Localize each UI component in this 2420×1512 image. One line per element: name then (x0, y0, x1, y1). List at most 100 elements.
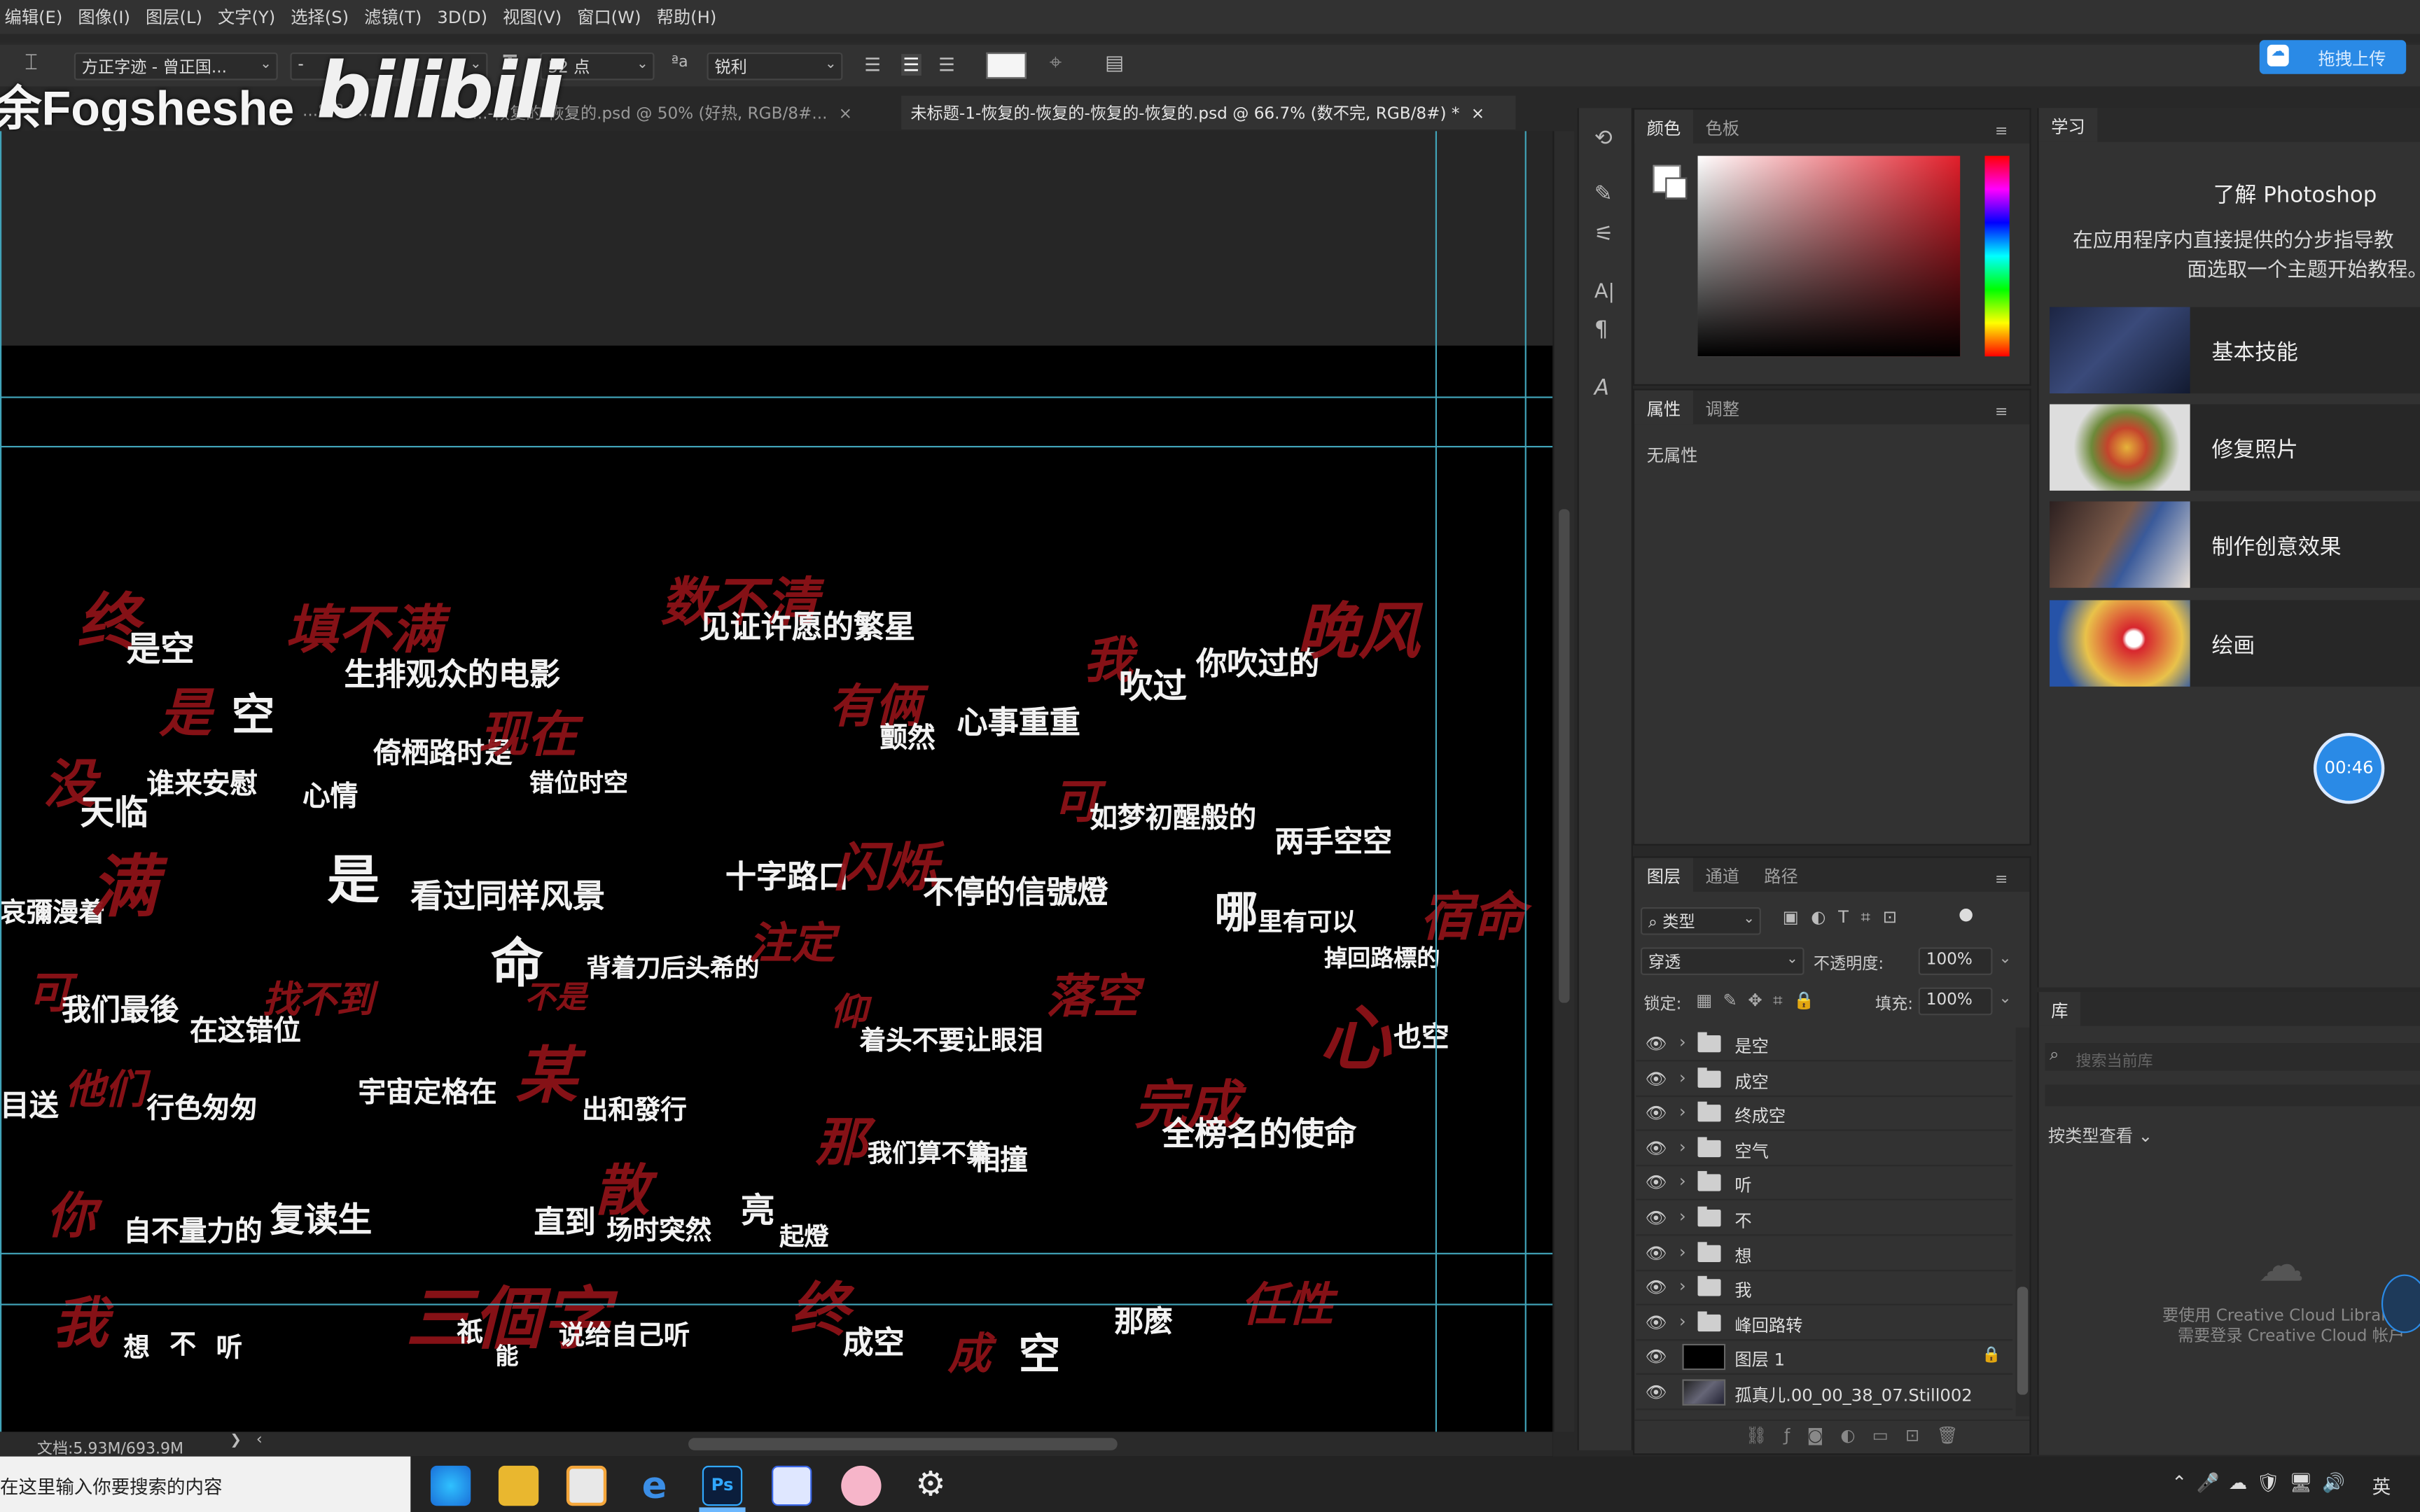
taskbar-search-box[interactable]: 在这里输入你要搜索的内容 (0, 1456, 411, 1512)
blend-mode-select[interactable]: 穿透 ⌄ (1640, 947, 1804, 975)
chevron-down-icon[interactable]: ⌄ (1998, 951, 2011, 967)
layer-row[interactable]: 👁 › 是空 (1636, 1028, 2013, 1062)
menu-window[interactable]: 窗口(W) (573, 5, 652, 29)
close-icon[interactable]: × (839, 105, 852, 123)
tab-channels[interactable]: 通道 (1693, 858, 1752, 891)
glyphs-icon[interactable]: A (1594, 377, 1609, 401)
anime-app-icon[interactable] (841, 1465, 882, 1506)
visibility-eye-icon[interactable]: 👁 (1646, 1382, 1667, 1403)
character-panel-icon[interactable]: ▤ (1105, 52, 1124, 76)
status-menu-arrow[interactable]: ❯ (230, 1434, 242, 1449)
visibility-eye-icon[interactable]: 👁 (1646, 1138, 1667, 1158)
menu-image[interactable]: 图像(I) (74, 5, 141, 29)
settings-icon[interactable]: ⚙ (910, 1466, 950, 1506)
panel-menu-icon[interactable]: ≡ (1982, 118, 2020, 151)
align-right-icon[interactable]: ☰ (938, 54, 955, 76)
layer-row[interactable]: 👁 › 空气 (1636, 1132, 2013, 1166)
lock-icons[interactable]: ▦✎✥⌗🔒 (1696, 990, 1826, 1012)
visibility-eye-icon[interactable]: 👁 (1646, 1069, 1667, 1089)
scrollbar-thumb[interactable] (2017, 1287, 2029, 1395)
library-search-input[interactable]: ⌕ 搜索当前库 (2045, 1042, 2420, 1071)
upload-button[interactable]: ☁ 拖拽上传 (2259, 40, 2407, 74)
layer-filter-icons[interactable]: ▣◐T⌗⊡ (1783, 907, 1910, 929)
baidu-netdisk-icon[interactable] (772, 1465, 812, 1506)
layer-row[interactable]: 👁 › 想 (1636, 1237, 2013, 1271)
visibility-eye-icon[interactable]: 👁 (1646, 1278, 1667, 1298)
layer-row[interactable]: 👁 › 我 (1636, 1272, 2013, 1306)
menu-filter[interactable]: 滤镜(T) (360, 5, 433, 29)
menu-help[interactable]: 帮助(H) (652, 5, 728, 29)
expand-arrow-icon[interactable]: › (1679, 1137, 1686, 1157)
visibility-eye-icon[interactable]: 👁 (1646, 1173, 1667, 1194)
expand-arrow-icon[interactable]: › (1679, 1102, 1686, 1122)
adjust-sliders-icon[interactable]: ⚟ (1594, 222, 1614, 246)
visibility-eye-icon[interactable]: 👁 (1646, 1348, 1667, 1368)
scrollbar-thumb[interactable] (1559, 509, 1570, 1003)
expand-arrow-icon[interactable]: › (1679, 1067, 1686, 1087)
layers-scrollbar[interactable] (2015, 1027, 2030, 1417)
opacity-input[interactable]: 100% (1918, 947, 1993, 975)
color-field[interactable] (1697, 155, 1961, 357)
expand-arrow-icon[interactable]: › (1679, 1172, 1686, 1192)
visibility-eye-icon[interactable]: 👁 (1646, 1103, 1667, 1124)
horizontal-scrollbar-thumb[interactable] (688, 1438, 1118, 1450)
layer-row[interactable]: 👁 › 不 (1636, 1202, 2013, 1236)
hue-slider[interactable] (1984, 155, 2010, 357)
canvas-vertical-scrollbar[interactable] (1552, 131, 1575, 1432)
guide-horizontal[interactable] (0, 396, 1553, 398)
visibility-eye-icon[interactable]: 👁 (1646, 1243, 1667, 1264)
guide-vertical[interactable] (1435, 131, 1438, 1432)
align-left-icon[interactable]: ☰ (864, 54, 881, 76)
library-select[interactable] (2045, 1084, 2420, 1107)
scroll-left-arrow[interactable]: ‹ (256, 1432, 263, 1448)
artboard[interactable]: 终是空 填不满 生排观众的电影 数不清 见证许愿的繁星我吹过 你吹过的 晚风是空倚栖路时是现… (0, 345, 1553, 1486)
close-icon[interactable]: × (1471, 105, 1484, 123)
filter-toggle-icon[interactable]: ● (1959, 904, 1973, 925)
warp-text-icon[interactable]: ⌖ (1050, 51, 1062, 76)
menu-type[interactable]: 文字(Y) (213, 5, 286, 29)
tab-learn[interactable]: 学习 (2038, 108, 2098, 142)
layer-row[interactable]: 👁 图层 1 🔒 (1636, 1341, 2013, 1376)
align-center-icon[interactable]: ☰ (901, 54, 922, 76)
layer-row[interactable]: 👁 › 峰回路转 (1636, 1306, 2013, 1340)
learn-card-fix-photo[interactable]: 修复照片 (2050, 404, 2420, 491)
canvas-area[interactable]: 终是空 填不满 生排观众的电影 数不清 见证许愿的繁星我吹过 你吹过的 晚风是空倚栖路时是现… (0, 131, 1553, 1486)
layer-row[interactable]: 👁 › 听 (1636, 1167, 2013, 1201)
panel-menu-icon[interactable]: ≡ (1982, 866, 2020, 899)
layer-row[interactable]: 👁 › 成空 (1636, 1063, 2013, 1097)
character-icon[interactable]: A| (1594, 281, 1615, 304)
ie-icon[interactable]: e (634, 1466, 674, 1506)
menu-layer[interactable]: 图层(L) (141, 5, 213, 29)
file-explorer-icon[interactable] (498, 1465, 539, 1506)
tab-adjustments[interactable]: 调整 (1693, 391, 1752, 424)
visibility-eye-icon[interactable]: 👁 (1646, 1312, 1667, 1333)
menu-edit[interactable]: 编辑(E) (0, 5, 74, 29)
recording-timer[interactable]: 00:46 (2313, 732, 2385, 804)
tab-swatches[interactable]: 色板 (1693, 109, 1752, 143)
brush-settings-icon[interactable]: ✎ (1594, 182, 1613, 206)
layer-row[interactable]: 👁 › 终成空 (1636, 1098, 2013, 1132)
chevron-down-icon[interactable]: ⌄ (1998, 990, 2011, 1007)
photoshop-icon[interactable]: Ps (702, 1465, 743, 1506)
edge-icon[interactable] (430, 1465, 471, 1506)
expand-arrow-icon[interactable]: › (1679, 1311, 1686, 1331)
guide-horizontal[interactable] (0, 1252, 1553, 1254)
guide-horizontal[interactable] (0, 1303, 1553, 1306)
store-icon[interactable] (566, 1465, 607, 1506)
system-tray-icons[interactable]: ⌃🎤☁🛡🖥🔊 (2171, 1472, 2354, 1494)
text-color-swatch[interactable] (986, 52, 1027, 79)
tab-libraries[interactable]: 库 (2038, 992, 2081, 1026)
visibility-eye-icon[interactable]: 👁 (1646, 1208, 1667, 1228)
visibility-eye-icon[interactable]: 👁 (1646, 1034, 1667, 1054)
guide-vertical[interactable] (1524, 131, 1527, 1432)
guide-vertical[interactable] (0, 131, 2, 1432)
tab-color[interactable]: 颜色 (1634, 109, 1693, 144)
background-color[interactable] (1665, 177, 1688, 200)
tab-paths[interactable]: 路径 (1752, 858, 1811, 891)
antialias-select[interactable]: 锐利 ⌄ (707, 52, 843, 80)
layer-row[interactable]: 👁 孤真儿.00_00_38_07.Still002 (1636, 1376, 2013, 1410)
paragraph-icon[interactable]: ¶ (1594, 318, 1608, 342)
expand-arrow-icon[interactable]: › (1679, 1032, 1686, 1053)
expand-arrow-icon[interactable]: › (1679, 1276, 1686, 1296)
view-by-type[interactable]: 按类型查看 ⌄ (2048, 1124, 2153, 1148)
